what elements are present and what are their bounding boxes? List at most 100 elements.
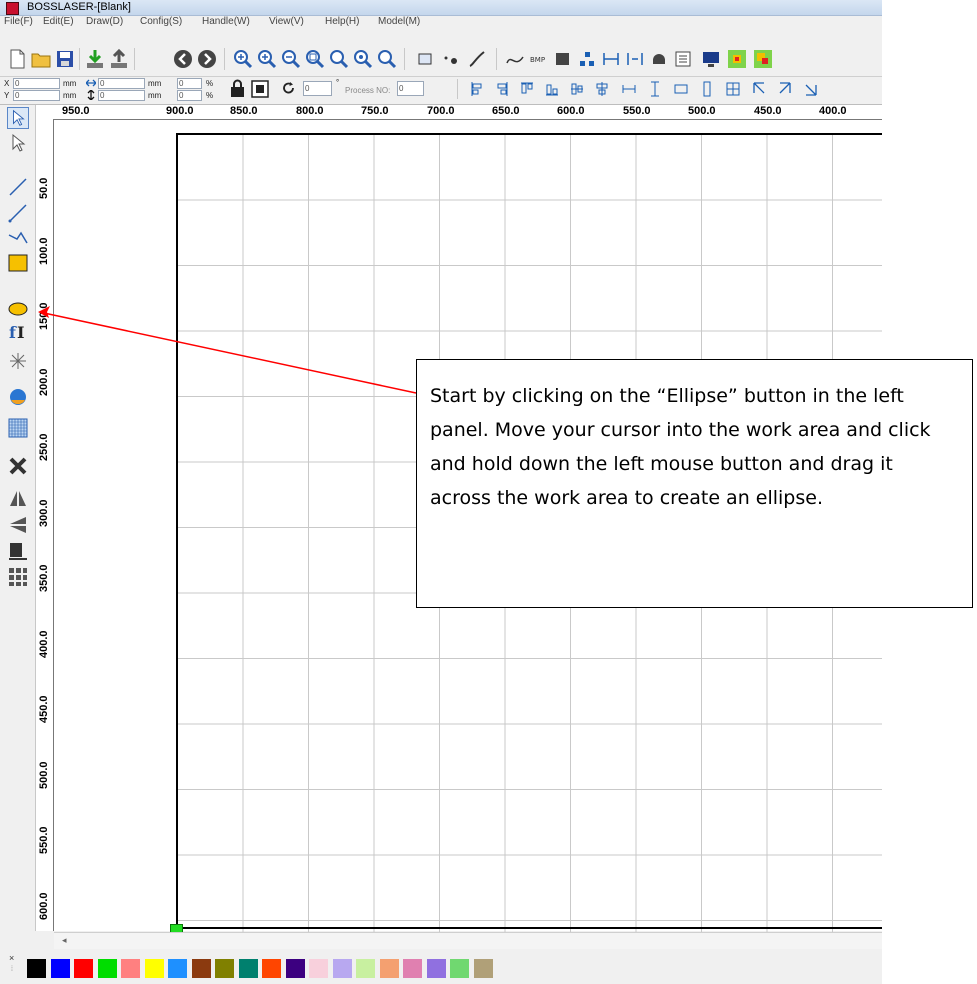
center-position-icon[interactable] bbox=[250, 79, 270, 99]
menu-view[interactable]: View(V) bbox=[269, 16, 304, 27]
color-swatch[interactable] bbox=[426, 959, 446, 978]
redo-icon[interactable] bbox=[196, 48, 218, 70]
color-swatch[interactable] bbox=[97, 959, 117, 978]
color-swatch[interactable] bbox=[50, 959, 70, 978]
menu-config[interactable]: Config(S) bbox=[140, 16, 182, 27]
array-grid-icon[interactable] bbox=[7, 417, 29, 439]
rotate-icon[interactable] bbox=[282, 81, 296, 95]
curve-icon[interactable] bbox=[504, 48, 526, 70]
zoom-select-icon[interactable] bbox=[352, 48, 374, 70]
group-icon[interactable] bbox=[576, 48, 598, 70]
color-swatch[interactable] bbox=[332, 959, 352, 978]
bitmap-import-icon[interactable] bbox=[7, 386, 29, 408]
menu-handle[interactable]: Handle(W) bbox=[202, 16, 250, 27]
menu-help[interactable]: Help(H) bbox=[325, 16, 359, 27]
lock-ratio-icon[interactable] bbox=[228, 79, 248, 99]
new-file-icon[interactable] bbox=[6, 48, 28, 70]
frame-icon[interactable] bbox=[414, 48, 436, 70]
y-position-input[interactable]: 0 bbox=[13, 90, 60, 101]
zoom-in-icon[interactable] bbox=[232, 48, 254, 70]
same-height-icon[interactable] bbox=[648, 81, 662, 97]
save-icon[interactable] bbox=[54, 48, 76, 70]
polyline-icon[interactable] bbox=[7, 202, 29, 224]
menu-edit[interactable]: Edit(E) bbox=[43, 16, 74, 27]
ellipse-icon[interactable] bbox=[7, 298, 29, 320]
menu-model[interactable]: Model(M) bbox=[378, 16, 420, 27]
node-edit-icon[interactable] bbox=[7, 132, 29, 154]
x-position-input[interactable]: 0 bbox=[13, 78, 60, 89]
align-top-icon[interactable] bbox=[520, 81, 534, 97]
pen-icon[interactable] bbox=[466, 48, 488, 70]
color-swatch[interactable] bbox=[27, 959, 46, 978]
scale-x-input[interactable]: 0 bbox=[177, 78, 202, 89]
horizontal-scrollbar[interactable]: ◂ bbox=[54, 932, 882, 949]
scroll-left-arrow-icon[interactable]: ◂ bbox=[62, 935, 67, 946]
same-width-icon[interactable] bbox=[622, 81, 636, 97]
rotate-angle-input[interactable]: 0 bbox=[303, 81, 332, 96]
import-icon[interactable] bbox=[84, 48, 106, 70]
align-top-right-icon[interactable] bbox=[778, 81, 792, 97]
array-copy-icon[interactable] bbox=[7, 566, 29, 588]
align-bottom-right-icon[interactable] bbox=[804, 81, 818, 97]
color-swatch[interactable] bbox=[403, 959, 422, 978]
color-swatch[interactable] bbox=[379, 959, 399, 978]
color-swatch[interactable] bbox=[285, 959, 305, 978]
bitmap-icon[interactable]: BMP bbox=[528, 48, 550, 70]
delete-icon[interactable] bbox=[7, 455, 29, 477]
select-arrow-icon[interactable] bbox=[7, 107, 29, 129]
color-map-alt-icon[interactable] bbox=[752, 48, 774, 70]
zoom-fit-icon[interactable] bbox=[304, 48, 326, 70]
menu-draw[interactable]: Draw(D) bbox=[86, 16, 123, 27]
vertical-space-icon[interactable] bbox=[624, 48, 646, 70]
align-top-left-icon[interactable] bbox=[752, 81, 766, 97]
align-left-icon[interactable] bbox=[470, 81, 484, 97]
zoom-page-icon[interactable] bbox=[328, 48, 350, 70]
color-swatch[interactable] bbox=[309, 959, 328, 978]
height-input[interactable]: 0 bbox=[98, 90, 145, 101]
color-swatch[interactable] bbox=[168, 959, 187, 978]
same-size-icon[interactable] bbox=[726, 81, 740, 97]
bezier-curve-icon[interactable] bbox=[7, 227, 29, 249]
mirror-horizontal-icon[interactable] bbox=[7, 488, 29, 510]
point-icon[interactable] bbox=[440, 48, 462, 70]
horizontal-space-icon[interactable] bbox=[600, 48, 622, 70]
color-map-icon[interactable] bbox=[726, 48, 748, 70]
monitor-icon[interactable] bbox=[700, 48, 722, 70]
laser-head-icon[interactable] bbox=[648, 48, 670, 70]
no-color-icon[interactable]: × bbox=[9, 953, 14, 963]
export-icon[interactable] bbox=[108, 48, 130, 70]
width-input[interactable]: 0 bbox=[98, 78, 145, 89]
same-size-horizontal-icon[interactable] bbox=[674, 81, 688, 97]
align-bottom-icon[interactable] bbox=[545, 81, 559, 97]
zoom-tool-icon[interactable] bbox=[376, 48, 398, 70]
layer-icon[interactable] bbox=[672, 48, 694, 70]
align-page-icon[interactable] bbox=[7, 540, 29, 562]
scale-y-input[interactable]: 0 bbox=[177, 90, 202, 101]
color-swatch[interactable] bbox=[238, 959, 258, 978]
rectangle-icon[interactable] bbox=[7, 252, 29, 274]
color-swatch[interactable] bbox=[473, 959, 493, 978]
color-swatch[interactable] bbox=[121, 959, 140, 978]
line-icon[interactable] bbox=[7, 176, 29, 198]
align-center-vertical-icon[interactable] bbox=[570, 81, 584, 97]
zoom-in-icon[interactable] bbox=[256, 48, 278, 70]
color-swatch[interactable] bbox=[74, 959, 93, 978]
align-right-icon[interactable] bbox=[495, 81, 509, 97]
align-center-horizontal-icon[interactable] bbox=[595, 81, 609, 97]
color-swatch[interactable] bbox=[356, 959, 375, 978]
same-size-vertical-icon[interactable] bbox=[700, 81, 714, 97]
menu-file[interactable]: File(F) bbox=[4, 16, 33, 27]
fill-icon[interactable] bbox=[552, 48, 574, 70]
zoom-out-icon[interactable] bbox=[280, 48, 302, 70]
open-folder-icon[interactable] bbox=[30, 48, 52, 70]
process-no-input[interactable]: 0 bbox=[397, 81, 424, 96]
color-swatch[interactable] bbox=[191, 959, 211, 978]
color-swatch[interactable] bbox=[450, 959, 469, 978]
color-swatch[interactable] bbox=[262, 959, 281, 978]
star-point-icon[interactable] bbox=[7, 350, 29, 372]
color-swatch[interactable] bbox=[144, 959, 164, 978]
mirror-vertical-icon[interactable] bbox=[7, 514, 29, 536]
undo-icon[interactable] bbox=[172, 48, 194, 70]
color-swatch[interactable] bbox=[215, 959, 234, 978]
text-icon[interactable]: fI bbox=[7, 320, 29, 342]
